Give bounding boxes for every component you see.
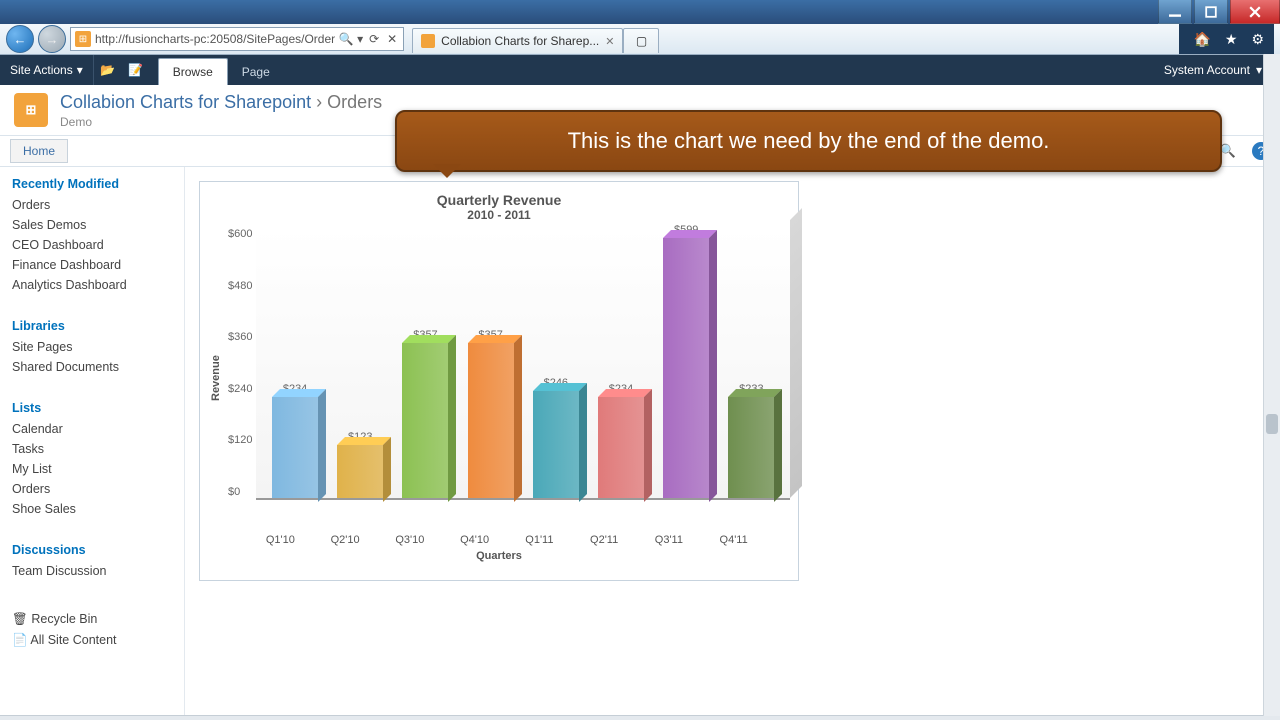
chart-x-tick: Q1'10	[253, 534, 307, 546]
chart-bar-7[interactable]: $233	[724, 383, 778, 498]
topnav-home[interactable]: Home	[10, 139, 68, 163]
ql-recent-item-2[interactable]: CEO Dashboard	[12, 235, 172, 255]
address-bar[interactable]: ⊞ http://fusioncharts-pc:20508/SitePages…	[70, 27, 404, 51]
chart-x-axis-label: Quarters	[208, 550, 790, 562]
sp-ribbon: Site Actions ▾ 📂 📝 Browse Page System Ac…	[0, 55, 1280, 85]
breadcrumb-sep: ›	[316, 92, 322, 112]
chart-subtitle: 2010 - 2011	[208, 208, 790, 222]
window-minimize-button[interactable]	[1158, 0, 1192, 24]
chart-x-tick: Q1'11	[512, 534, 566, 546]
browser-tab-title: Collabion Charts for Sharep...	[441, 34, 599, 48]
ql-heading-recently-modified: Recently Modified	[12, 177, 172, 191]
chart-bar-0[interactable]: $234	[268, 383, 322, 498]
chart-bar-1[interactable]: $123	[333, 431, 387, 498]
ql-library-item-0[interactable]: Site Pages	[12, 337, 172, 357]
ql-recent-item-3[interactable]: Finance Dashboard	[12, 255, 172, 275]
chart-y-tick: $600	[228, 228, 252, 240]
chart-bar-6[interactable]: $599	[659, 224, 713, 498]
browser-back-button[interactable]: ←	[6, 25, 34, 53]
ql-recent-item-4[interactable]: Analytics Dashboard	[12, 275, 172, 295]
address-bar-text: http://fusioncharts-pc:20508/SitePages/O…	[95, 32, 335, 46]
ql-list-item-1[interactable]: Tasks	[12, 439, 172, 459]
quick-launch-nav: Recently Modified OrdersSales DemosCEO D…	[0, 167, 185, 715]
chart-plot-area: $234$123$357$357$246$234$599$233	[256, 228, 790, 500]
ribbon-tab-browse[interactable]: Browse	[158, 58, 228, 85]
browser-statusbar	[0, 715, 1280, 720]
refresh-icon[interactable]: ⟳	[367, 32, 381, 46]
browser-toolbar: ← → ⊞ http://fusioncharts-pc:20508/SiteP…	[0, 24, 1280, 55]
ql-list-item-4[interactable]: Shoe Sales	[12, 499, 172, 519]
site-logo-icon[interactable]: ⊞	[14, 93, 48, 127]
ql-list-item-0[interactable]: Calendar	[12, 419, 172, 439]
scrollbar-thumb[interactable]	[1266, 414, 1278, 434]
chart-y-tick: $0	[228, 486, 252, 498]
site-actions-menu[interactable]: Site Actions ▾	[0, 55, 94, 85]
breadcrumb-page: Orders	[327, 92, 382, 112]
chart-y-tick: $120	[228, 434, 252, 446]
tutorial-callout: This is the chart we need by the end of …	[395, 110, 1222, 172]
tab-close-icon[interactable]: ✕	[605, 35, 614, 48]
chart-x-tick: Q2'11	[577, 534, 631, 546]
chevron-down-icon: ▾	[77, 63, 83, 77]
chart-y-tick: $480	[228, 280, 252, 292]
chart-bar-4[interactable]: $246	[529, 377, 583, 498]
breadcrumb-site[interactable]: Collabion Charts for Sharepoint	[60, 92, 311, 112]
chart-bar-3[interactable]: $357	[464, 329, 518, 498]
chart-x-tick: Q4'11	[707, 534, 761, 546]
page-content: Quarterly Revenue 2010 - 2011 Revenue $6…	[185, 167, 1280, 715]
user-menu[interactable]: System Account ▾	[1146, 63, 1280, 77]
window-close-button[interactable]	[1230, 0, 1280, 24]
home-icon[interactable]: 🏠	[1193, 31, 1210, 48]
window-titlebar	[0, 0, 1280, 24]
edit-page-icon[interactable]: 📝	[122, 62, 150, 78]
ql-recent-item-1[interactable]: Sales Demos	[12, 215, 172, 235]
ql-recent-item-0[interactable]: Orders	[12, 195, 172, 215]
chart-webpart: Quarterly Revenue 2010 - 2011 Revenue $6…	[199, 181, 799, 581]
chart-x-ticks: Q1'10 Q2'10 Q3'10 Q4'10 Q1'11 Q2'11 Q3'11 Q4'11	[208, 534, 790, 546]
chevron-down-icon: ▾	[1256, 63, 1262, 77]
chart-bar-5[interactable]: $234	[594, 383, 648, 498]
ql-all-site-content[interactable]: 📄 All Site Content	[12, 630, 172, 651]
ql-heading-libraries: Libraries	[12, 319, 172, 333]
chart-x-tick: Q2'10	[318, 534, 372, 546]
new-tab-button[interactable]: ▢	[623, 28, 659, 53]
browser-forward-button[interactable]: →	[38, 25, 66, 53]
chart-y-ticks: $600 $480 $360 $240 $120 $0	[224, 228, 256, 498]
ql-allcontent-label: All Site Content	[30, 633, 116, 647]
chart-x-tick: Q4'10	[448, 534, 502, 546]
stop-icon[interactable]: ✕	[385, 32, 399, 46]
favicon-icon: ⊞	[75, 31, 91, 47]
ql-list-item-3[interactable]: Orders	[12, 479, 172, 499]
user-menu-label: System Account	[1164, 63, 1250, 77]
site-actions-label: Site Actions	[10, 63, 73, 77]
ribbon-tab-page[interactable]: Page	[228, 59, 284, 85]
chart-y-tick: $240	[228, 383, 252, 395]
chart-bar-2[interactable]: $357	[398, 329, 452, 498]
chart-x-tick: Q3'10	[383, 534, 437, 546]
search-icon[interactable]: 🔍	[339, 32, 353, 46]
ql-library-item-1[interactable]: Shared Documents	[12, 357, 172, 377]
navigate-up-icon[interactable]: 📂	[94, 62, 122, 78]
tab-favicon-icon	[421, 34, 435, 48]
ql-recycle-label: Recycle Bin	[31, 612, 97, 626]
browser-command-bar: 🏠 ★ ⚙	[1179, 24, 1274, 54]
window-maximize-button[interactable]	[1194, 0, 1228, 24]
ql-heading-lists: Lists	[12, 401, 172, 415]
tutorial-callout-text: This is the chart we need by the end of …	[568, 128, 1050, 153]
browser-tab-active[interactable]: Collabion Charts for Sharep... ✕	[412, 28, 623, 53]
ql-heading-discussions: Discussions	[12, 543, 172, 557]
browser-tabstrip: Collabion Charts for Sharep... ✕ ▢	[412, 25, 659, 53]
ql-recycle-bin[interactable]: 🗑 Recycle Bin	[12, 609, 172, 630]
tools-icon[interactable]: ⚙	[1251, 31, 1264, 48]
favorites-icon[interactable]: ★	[1225, 31, 1238, 48]
vertical-scrollbar[interactable]	[1263, 54, 1280, 716]
ql-discussion-item-0[interactable]: Team Discussion	[12, 561, 172, 581]
chart-x-tick: Q3'11	[642, 534, 696, 546]
chart-title: Quarterly Revenue	[208, 192, 790, 208]
address-dropdown-icon[interactable]: ▾	[357, 32, 363, 46]
ql-list-item-2[interactable]: My List	[12, 459, 172, 479]
chart-y-tick: $360	[228, 331, 252, 343]
page-description: Demo	[60, 115, 382, 129]
chart-y-axis-label: Revenue	[208, 228, 224, 528]
